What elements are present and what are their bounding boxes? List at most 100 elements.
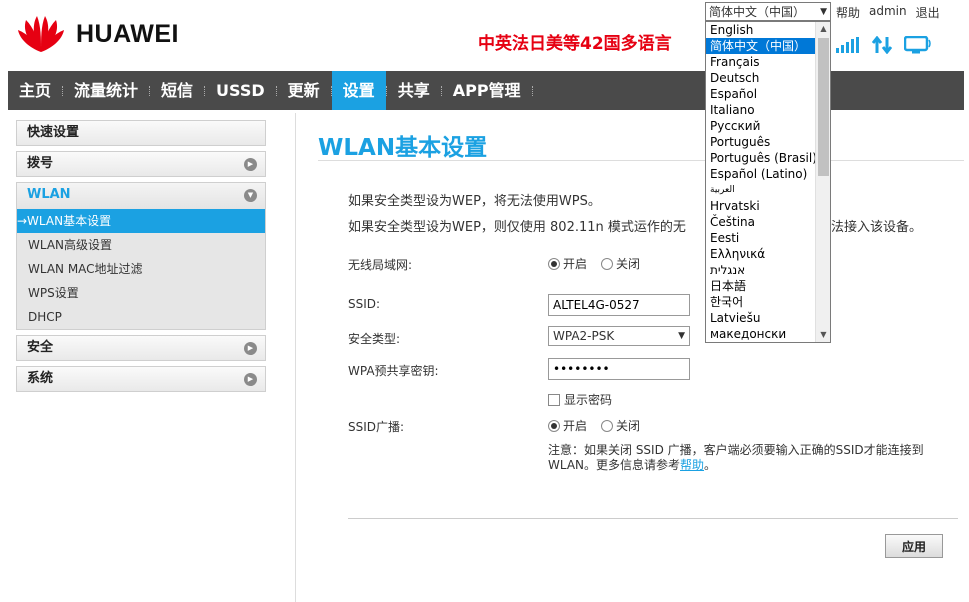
ssid-input[interactable] [548,294,690,316]
wlan-on-label: 开启 [563,257,588,271]
data-transfer-icon [872,36,892,54]
broadcast-on-radio[interactable] [548,419,560,432]
psk-label: WPA预共享密钥: [348,364,439,378]
user-name[interactable]: admin [869,4,907,21]
show-password-checkbox[interactable] [548,393,560,406]
nav-update[interactable]: 更新 [277,71,331,110]
scrollbar-thumb[interactable] [818,38,829,176]
huawei-logo: HUAWEI [14,14,179,54]
language-option[interactable]: Eesti [706,230,816,246]
language-option[interactable]: Latviešu [706,310,816,326]
language-option[interactable]: 简体中文（中国） [706,38,816,54]
language-option[interactable]: Italiano [706,102,816,118]
logout-link[interactable]: 退出 [916,4,940,21]
sidebar-dial-label: 拨号 [27,156,54,171]
sidebar-system[interactable]: 系统 ▶ [16,366,266,392]
language-dropdown-list: English 简体中文（中国） Français Deutsch Español Ita… [705,21,831,343]
nav-sms[interactable]: 短信 [150,71,204,110]
nav-separator [531,85,533,96]
language-option[interactable]: Português [706,134,816,150]
huawei-flower-icon [18,16,64,52]
title-divider [318,160,964,161]
nav-app-management[interactable]: APP管理 [442,71,532,110]
wlan-off-radio[interactable] [601,257,614,270]
sidebar-wlan-label: WLAN [27,187,71,202]
wlan-on-radio[interactable] [548,257,560,270]
expand-arrow-icon: ▶ [244,158,257,171]
language-selected-value: 简体中文（中国） [709,5,806,19]
language-option[interactable]: אנגלית [706,262,816,278]
language-option[interactable]: Deutsch [706,70,816,86]
language-option[interactable]: Čeština [706,214,816,230]
nav-ussd[interactable]: USSD [205,71,276,110]
expand-arrow-icon: ▶ [244,342,257,355]
hint-text: 注意：如果关闭 SSID 广播，客户端必须要输入正确的SSID才能连接到 WLA… [548,443,924,472]
language-option[interactable]: Português (Brasil) [706,150,816,166]
apply-button[interactable]: 应用 [885,534,943,558]
settings-sidebar: 快速设置 拨号 ▶ WLAN ▼ →WLAN基本设置 WLAN高级设置 WLAN… [16,120,266,397]
sidebar-item-wps[interactable]: WPS设置 [17,281,265,305]
sidebar-item-wlan-basic[interactable]: →WLAN基本设置 [17,209,265,233]
content-divider [295,113,296,602]
security-type-label: 安全类型: [348,332,401,346]
language-option[interactable]: English [706,22,816,38]
ssid-broadcast-label: SSID广播: [348,420,405,434]
wlan-label: 无线局域网: [348,258,413,272]
sidebar-item-wlan-mac-filter[interactable]: WLAN MAC地址过滤 [17,257,265,281]
wlan-toggle: 开启 关闭 [548,255,640,272]
language-option[interactable]: 한국어 [706,294,816,310]
sidebar-wlan-group: WLAN ▼ →WLAN基本设置 WLAN高级设置 WLAN MAC地址过滤 W… [16,182,266,330]
sidebar-wlan[interactable]: WLAN ▼ [17,183,265,209]
sidebar-item-dhcp[interactable]: DHCP [17,305,265,329]
language-option[interactable]: Русский [706,118,816,134]
psk-input[interactable] [548,358,690,380]
ssid-broadcast-toggle: 开启 关闭 [548,417,640,434]
language-select[interactable]: 简体中文（中国） ▼ [705,2,831,21]
collapse-arrow-icon: ▼ [244,189,257,202]
ssid-broadcast-hint: 注意：如果关闭 SSID 广播，客户端必须要输入正确的SSID才能连接到 WLA… [548,443,938,473]
sidebar-quick-setup[interactable]: 快速设置 [16,120,266,146]
router-admin-page: HUAWEI 中英法日美等42国多语言 帮助 admin 退出 主页 流量统计 [0,0,969,602]
language-option[interactable]: Español (Latino) [706,166,816,182]
top-links: 帮助 admin 退出 [836,4,940,21]
nav-share[interactable]: 共享 [387,71,441,110]
scroll-down-arrow-icon[interactable]: ▼ [816,328,830,342]
language-option[interactable]: 日本語 [706,278,816,294]
language-option[interactable]: Hrvatski [706,198,816,214]
sidebar-security[interactable]: 安全 ▶ [16,335,266,361]
language-option[interactable]: Français [706,54,816,70]
expand-arrow-icon: ▶ [244,373,257,386]
sidebar-dial[interactable]: 拨号 ▶ [16,151,266,177]
wep-note: 如果安全类型设为WEP，则仅使用 802.11n 模式运作的无 [348,220,686,235]
form-bottom-divider [348,518,958,519]
nav-traffic-stats[interactable]: 流量统计 [63,71,149,110]
brand-name: HUAWEI [76,19,179,48]
broadcast-on-label: 开启 [563,419,588,433]
help-link-inline[interactable]: 帮助 [680,458,704,472]
dropdown-arrow-icon: ▼ [678,331,685,341]
broadcast-off-radio[interactable] [601,419,614,432]
language-options: English 简体中文（中国） Français Deutsch Español Ita… [706,22,816,342]
language-option[interactable]: العربية [706,182,816,198]
show-password-option: 显示密码 [548,391,612,408]
language-list-scrollbar[interactable]: ▲ ▼ [815,22,830,342]
help-link[interactable]: 帮助 [836,4,860,21]
wlan-off-label: 关闭 [616,257,641,271]
signal-strength-icon [836,37,859,53]
promo-banner: 中英法日美等42国多语言 [478,34,672,54]
language-option[interactable]: Ελληνικά [706,246,816,262]
nav-settings[interactable]: 设置 [331,71,386,110]
show-password-label: 显示密码 [564,393,613,407]
sidebar-security-label: 安全 [27,340,54,355]
language-option[interactable]: македонски [706,326,816,342]
broadcast-off-label: 关闭 [616,419,641,433]
scroll-up-arrow-icon[interactable]: ▲ [816,22,830,36]
language-option[interactable]: Español [706,86,816,102]
sidebar-item-wlan-advanced[interactable]: WLAN高级设置 [17,233,265,257]
hint-end: 。 [704,458,717,472]
nav-home[interactable]: 主页 [8,71,62,110]
status-icons [836,36,932,54]
security-type-select[interactable]: WPA2-PSK ▼ [548,326,690,346]
page-title: WLAN基本设置 [318,135,488,161]
sidebar-system-label: 系统 [27,371,54,386]
